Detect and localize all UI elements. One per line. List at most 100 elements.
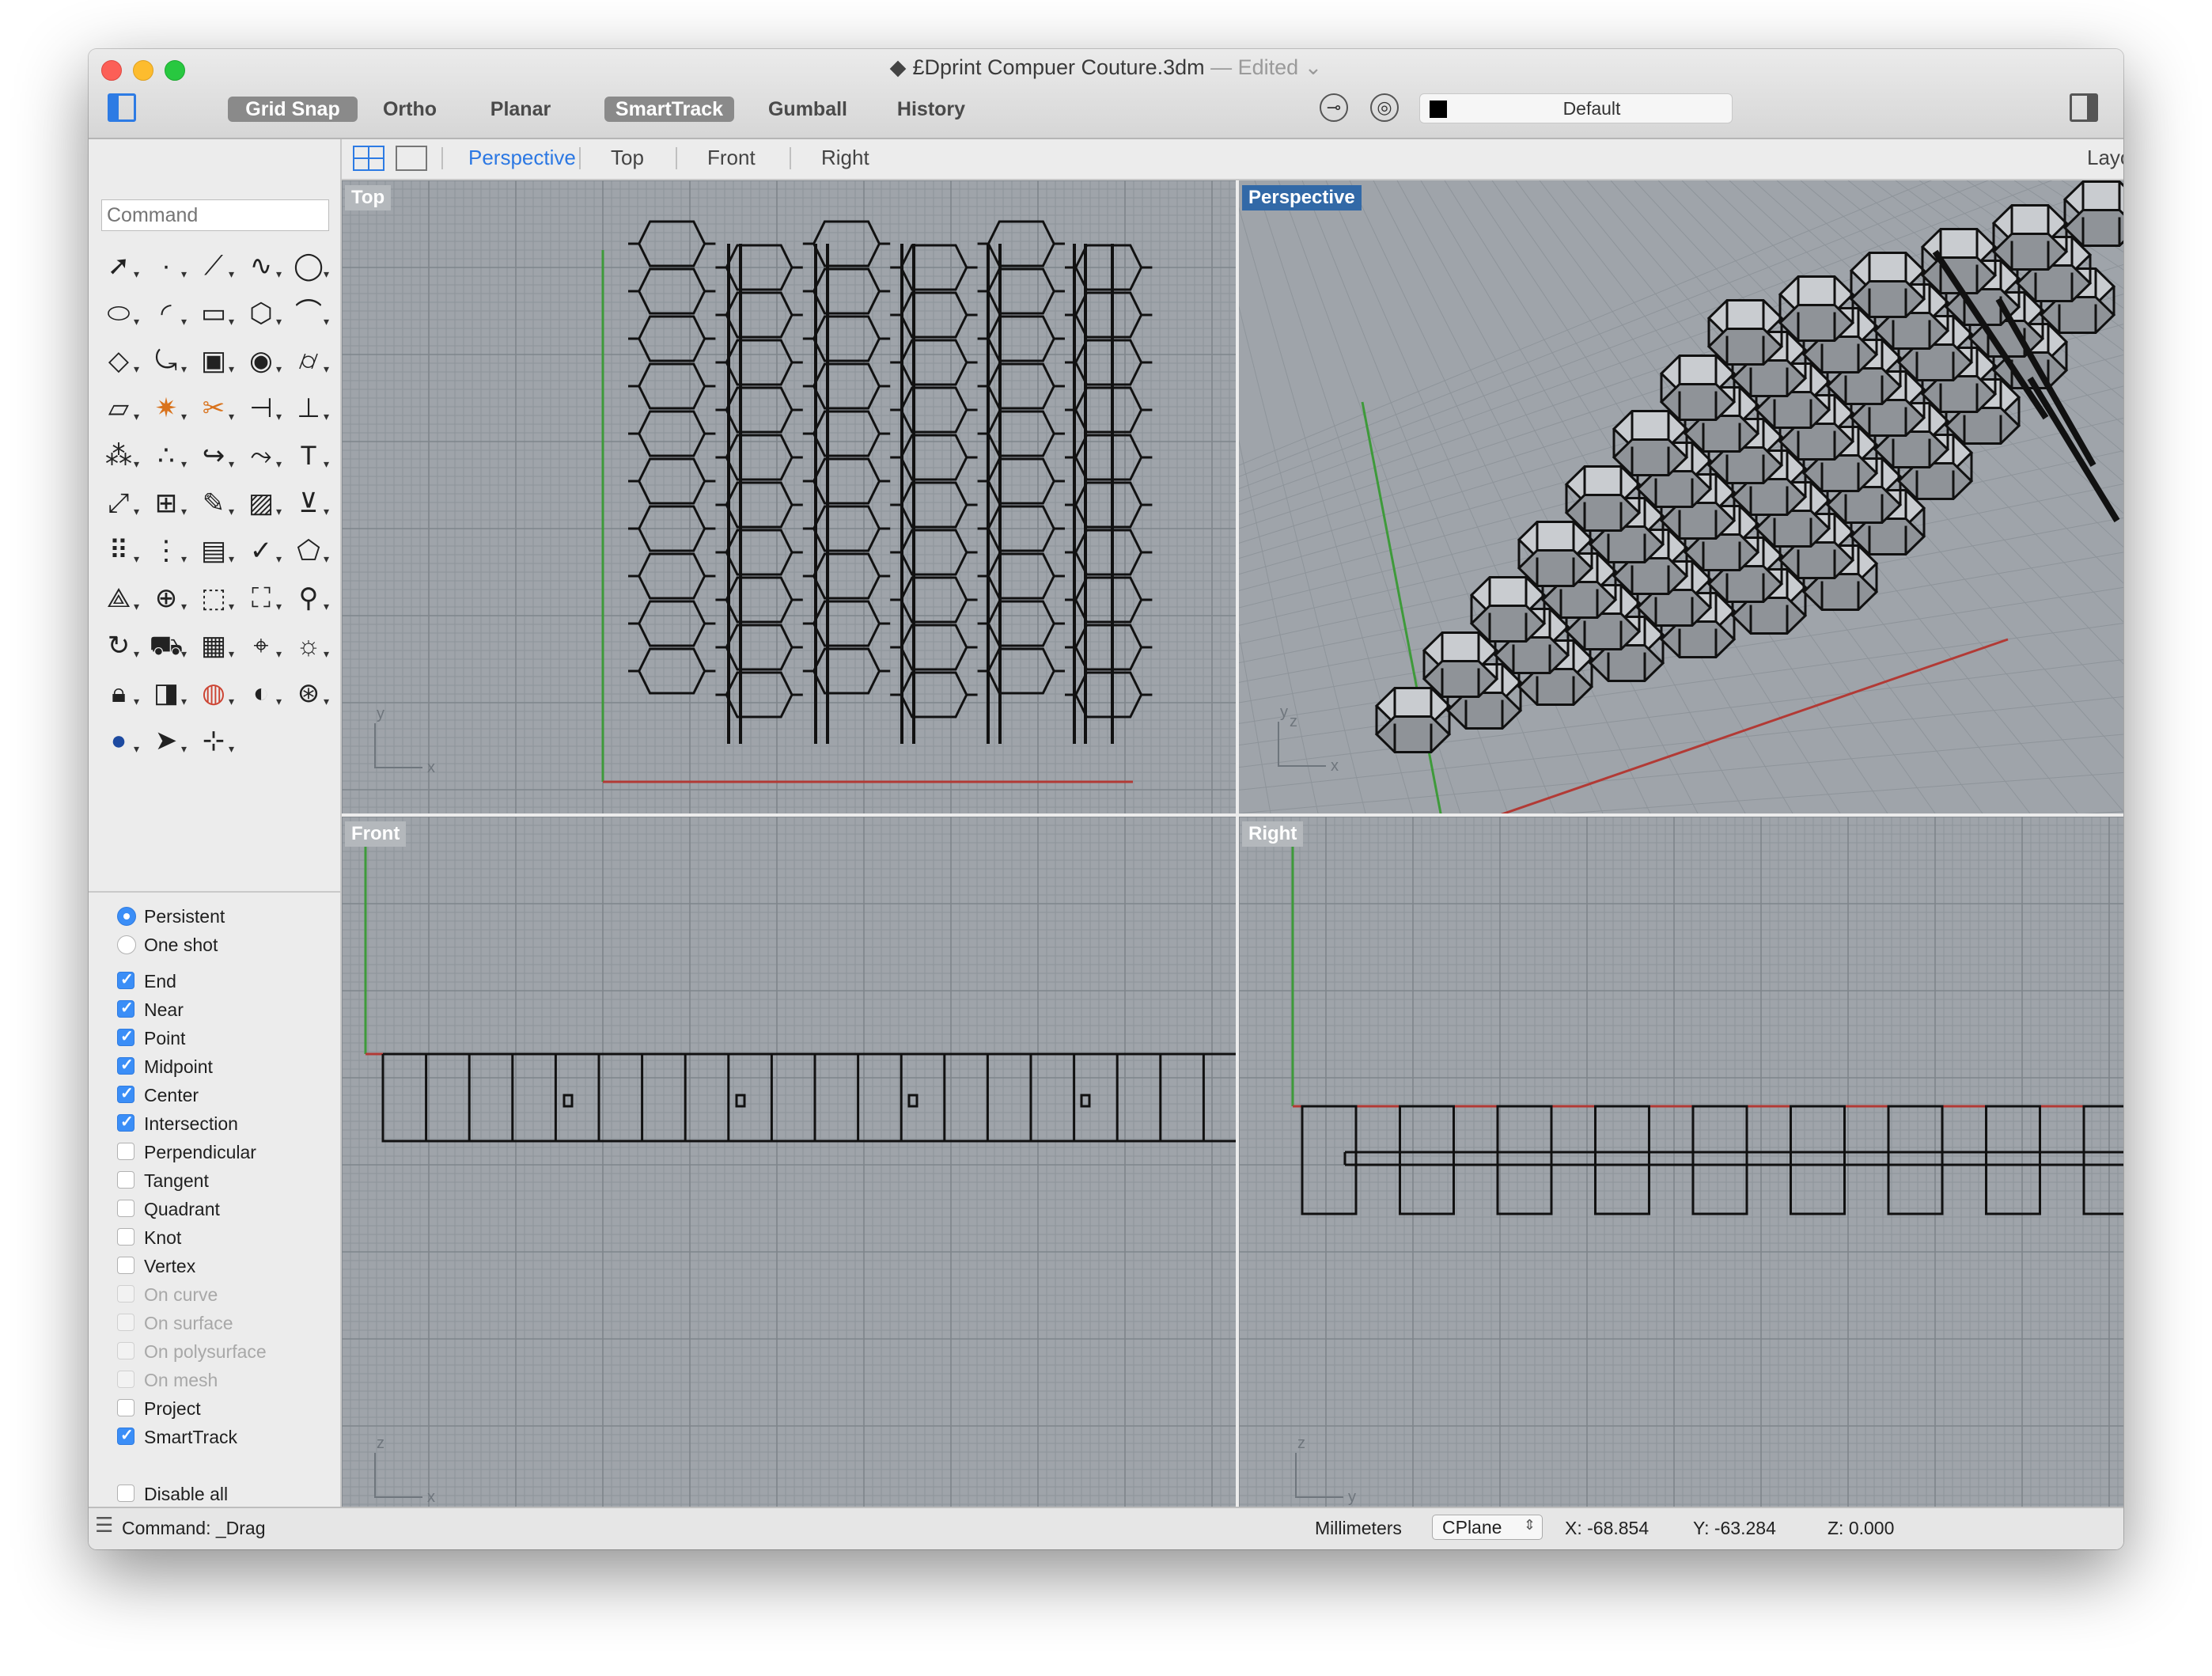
sphere-wire-icon[interactable]: ◐ xyxy=(242,674,282,720)
circle-icon[interactable]: ◯ xyxy=(290,247,329,293)
viewport-title-top[interactable]: Top xyxy=(345,185,392,210)
zoom-icon[interactable]: ⚲ xyxy=(290,579,329,625)
fillet-icon[interactable]: ⌒ xyxy=(290,294,329,340)
top-viewport[interactable]: yx Top xyxy=(342,180,1236,813)
current-layer-selector[interactable]: Default xyxy=(1419,93,1733,123)
edited-indicator[interactable]: — Edited ⌄ xyxy=(1210,55,1322,79)
material-icon[interactable]: ◨ xyxy=(147,674,187,720)
history-button[interactable]: History xyxy=(888,97,975,122)
color-wheel-icon[interactable]: ◍ xyxy=(195,674,234,720)
properties-icon[interactable]: ⋮ xyxy=(147,532,187,578)
checkbox[interactable] xyxy=(117,1485,134,1502)
grid-array-icon[interactable]: ⠿ xyxy=(100,532,139,578)
dimension-icon[interactable]: ⊻ xyxy=(290,484,329,530)
viewport-title-right[interactable]: Right xyxy=(1242,821,1304,847)
globe-icon[interactable]: ⊛ xyxy=(290,674,329,720)
zoom-in-icon[interactable]: ⊕ xyxy=(147,579,187,625)
check-icon[interactable]: ✓ xyxy=(242,532,282,578)
box-solid-icon[interactable]: ▣ xyxy=(195,342,234,388)
perspective-viewport[interactable]: y x z Perspective xyxy=(1239,180,2123,813)
zoom-window-icon[interactable]: ⬚ xyxy=(195,579,234,625)
snapshot-icon[interactable]: ⌖ xyxy=(242,627,282,673)
layer-icon[interactable]: ▤ xyxy=(195,532,234,578)
move-icon[interactable]: ⤢ xyxy=(100,484,139,530)
edit-icon[interactable]: ✎ xyxy=(195,484,234,530)
four-viewport-layout-icon[interactable] xyxy=(353,146,384,171)
sphere-render-icon[interactable]: ● xyxy=(100,722,139,768)
checkbox[interactable] xyxy=(117,1112,134,1132)
command-history-icon[interactable]: ☰ xyxy=(95,1513,113,1538)
offset-icon[interactable]: ⤳ xyxy=(242,437,282,483)
smarttrack-button[interactable]: SmartTrack xyxy=(604,97,734,122)
checkbox[interactable] xyxy=(117,1026,134,1046)
checkbox[interactable] xyxy=(117,1228,134,1246)
checkbox[interactable] xyxy=(117,1200,134,1217)
trim-icon[interactable]: ⊣ xyxy=(242,389,282,435)
tab-perspective[interactable]: Perspective xyxy=(468,146,576,170)
join-icon[interactable]: ↪ xyxy=(195,437,234,483)
point-icon[interactable]: · xyxy=(147,247,187,293)
tab-front[interactable]: Front xyxy=(707,146,756,170)
gumball-button[interactable]: Gumball xyxy=(758,97,858,122)
single-viewport-layout-icon[interactable] xyxy=(396,146,427,171)
car-icon[interactable]: ⛟ xyxy=(147,627,187,673)
arc-icon[interactable]: ◜ xyxy=(147,294,187,340)
ungroup-icon[interactable]: ∴ xyxy=(147,437,187,483)
zoom-extents-icon[interactable]: ⛶ xyxy=(242,579,282,625)
array-icon[interactable]: ⊞ xyxy=(147,484,187,530)
radio-button[interactable] xyxy=(117,935,136,954)
right-viewport[interactable]: zy Right xyxy=(1239,817,2123,1508)
select-arrow-icon[interactable]: ➚ xyxy=(100,247,139,293)
record-history-icon[interactable]: ◎ xyxy=(1370,93,1399,122)
units-label[interactable]: Millimeters xyxy=(1315,1518,1402,1539)
tab-top[interactable]: Top xyxy=(611,146,644,170)
viewport-title-perspective[interactable]: Perspective xyxy=(1242,185,1362,210)
checkbox[interactable] xyxy=(117,1257,134,1274)
boolean-icon[interactable]: ◉ xyxy=(242,342,282,388)
analyze-icon[interactable]: ⬠ xyxy=(290,532,329,578)
checkbox[interactable] xyxy=(117,1171,134,1189)
ellipse-icon[interactable]: ⬭ xyxy=(100,294,139,340)
rotate-view-icon[interactable]: ↻ xyxy=(100,627,139,673)
surface-from-points-icon[interactable]: ◇ xyxy=(100,342,139,388)
checkbox[interactable] xyxy=(117,969,134,989)
grid-snap-button[interactable]: Grid Snap xyxy=(228,97,358,122)
ortho-button[interactable]: Ortho xyxy=(372,97,448,122)
cplane-select[interactable]: CPlane xyxy=(1432,1515,1543,1540)
split-icon[interactable]: ✂ xyxy=(195,389,234,435)
block-icon[interactable]: ▨ xyxy=(242,484,282,530)
light-icon[interactable]: ☼ xyxy=(290,627,329,673)
checkbox[interactable] xyxy=(117,1399,134,1416)
gumball-icon[interactable]: ⊹ xyxy=(195,722,234,768)
checkbox[interactable] xyxy=(117,1083,134,1103)
osnap-toggle-icon[interactable]: ⊸ xyxy=(1320,93,1348,122)
pointer-icon[interactable]: ➤ xyxy=(147,722,187,768)
lock-icon[interactable]: 🔒︎ xyxy=(100,674,139,720)
extend-icon[interactable]: ⊥ xyxy=(290,389,329,435)
sidebar-toggle-icon[interactable] xyxy=(108,93,136,122)
group-icon[interactable]: ⁂ xyxy=(100,437,139,483)
polygon-icon[interactable]: ⬡ xyxy=(242,294,282,340)
front-viewport[interactable]: zx Front xyxy=(342,817,1236,1508)
radio-button[interactable] xyxy=(117,907,136,926)
checkbox[interactable] xyxy=(117,1055,134,1075)
render-icon[interactable]: ⟁ xyxy=(100,579,139,625)
rectangle-icon[interactable]: ▭ xyxy=(195,294,234,340)
tab-right[interactable]: Right xyxy=(821,146,869,170)
polyline-icon[interactable]: ⟋ xyxy=(195,247,234,293)
cylinder-icon[interactable]: ⌭ xyxy=(290,342,329,388)
curve-icon[interactable]: ∿ xyxy=(242,247,282,293)
planar-button[interactable]: Planar xyxy=(481,97,560,122)
text-icon[interactable]: T xyxy=(290,437,329,483)
layouts-menu[interactable]: Layouts... xyxy=(2087,146,2123,170)
panels-toggle-icon[interactable] xyxy=(2070,93,2098,122)
command-input[interactable] xyxy=(101,199,329,231)
checkbox[interactable] xyxy=(117,1425,134,1445)
checkbox[interactable] xyxy=(117,998,134,1018)
grid-icon[interactable]: ▦ xyxy=(195,627,234,673)
plane-surface-icon[interactable]: ▱ xyxy=(100,389,139,435)
explode-icon[interactable]: ✷ xyxy=(147,389,187,435)
sweep-icon[interactable]: ⤿ xyxy=(147,342,187,388)
viewport-title-front[interactable]: Front xyxy=(345,821,407,847)
checkbox[interactable] xyxy=(117,1143,134,1160)
